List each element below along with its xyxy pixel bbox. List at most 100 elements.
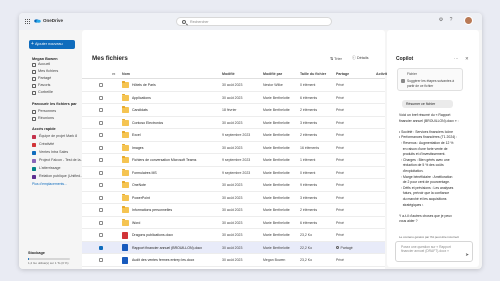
add-new-button[interactable]: + Ajouter nouveau (29, 40, 75, 49)
sharing-label: Privé (336, 208, 344, 212)
table-row[interactable]: Word 30 août 2023 Marie Berthelotte 6 éléme… (82, 217, 385, 229)
column-header-sharing[interactable]: Partage (336, 72, 349, 76)
table-row[interactable]: Contoso Electronics 30 août 2023 Marie Ber… (82, 117, 385, 129)
table-row[interactable]: Images 30 août 2023 Marie Berthelotte 16 él… (82, 142, 385, 154)
quick-item[interactable]: L'atterrissage (32, 165, 60, 172)
row-checkbox[interactable] (99, 120, 103, 125)
nav-item-people[interactable]: Personnes (32, 108, 56, 115)
page-title: Mes fichiers (92, 55, 128, 62)
copilot-suggestion-card[interactable]: Fichier Suggérer les étapes suivantes à … (397, 68, 463, 91)
copilot-menu-icon[interactable]: ⋯ (454, 56, 459, 62)
folder-icon (122, 168, 129, 176)
nav-item-recycle-bin[interactable]: Corbeille (32, 89, 53, 96)
close-icon[interactable]: ✕ (465, 56, 469, 62)
row-checkbox[interactable] (99, 233, 103, 237)
file-name[interactable]: Dragons publications.docx (132, 233, 173, 237)
folder-icon (122, 193, 129, 201)
column-header-modified-by[interactable]: Modifié par (263, 72, 282, 76)
nav-item-favorites[interactable]: Favoris (32, 82, 50, 89)
file-name[interactable]: Excel (132, 133, 141, 137)
copilot-prompt-input[interactable]: Posez une question sur « Rapport financi… (395, 241, 473, 262)
card-text: Suggérer les étapes suivantes à (407, 79, 455, 83)
summarize-chip[interactable]: Résumer ce fichier (402, 100, 453, 108)
file-modified-by: Marie Berthelotte (263, 208, 290, 212)
details-button[interactable]: ⓘ Détails (352, 56, 368, 61)
send-icon[interactable]: ➤ (465, 252, 469, 258)
table-row[interactable]: Hôtels de Paris 30 août 2023 Nestor Wilke 0… (82, 79, 385, 92)
row-checkbox[interactable] (99, 208, 103, 212)
table-row[interactable]: Audit des ventes fermes entrep les.docx 3… (82, 254, 385, 267)
nav-item-shared[interactable]: Partagé (32, 75, 51, 82)
row-checkbox[interactable] (99, 145, 103, 150)
response-line: de 2 pour cent de pourcentage. (399, 180, 450, 185)
file-name[interactable]: Audit des ventes fermes entrep les.docx (132, 258, 194, 262)
table-row[interactable]: Fichiers de conversation Microsoft Teams… (82, 154, 385, 167)
column-header-size[interactable]: Taille du fichier (300, 72, 326, 76)
sort-button[interactable]: ⇅ Trier (330, 56, 342, 61)
row-checkbox[interactable] (99, 95, 103, 100)
table-row[interactable]: Dragons publications.docx 30 août 2023 Mar… (82, 229, 385, 242)
placeholder-line: financier annuel (DRAFT).docx » (401, 249, 450, 254)
nav-item-my-files[interactable]: Mes fichiers (32, 68, 58, 75)
table-row[interactable]: PowerPoint 30 août 2023 Marie Berthelotte 3… (82, 192, 385, 204)
sharing-label: Privé (336, 183, 344, 187)
quick-item[interactable]: Créativité (32, 141, 54, 148)
file-name[interactable]: Rapport financier annuel (BROUILLON).doc… (132, 246, 202, 250)
quick-item[interactable]: Équipe de projet Mark 8 (32, 133, 77, 140)
quick-item[interactable]: Project Falcon - Test de la... (32, 157, 83, 164)
file-sharing: Privé (336, 183, 344, 187)
quick-item[interactable]: Ventes Intra Sales (32, 149, 68, 156)
file-name[interactable]: PowerPoint (132, 196, 150, 200)
column-header-name[interactable]: Nom (122, 72, 130, 76)
settings-icon[interactable]: ⚙ (438, 17, 444, 23)
row-checkbox[interactable] (99, 195, 103, 200)
quick-item[interactable]: Relation publique (Unified... (32, 173, 83, 180)
row-checkbox[interactable] (99, 170, 103, 175)
table-row[interactable]: Informations personnelles 30 août 2023 Mar… (82, 204, 385, 217)
nav-item-home[interactable]: Accueil (32, 61, 50, 68)
sharing-label: Privé (336, 133, 344, 137)
nav-item-meetings[interactable]: Réunions (32, 115, 54, 122)
row-checkbox[interactable] (99, 108, 103, 112)
search-box[interactable]: Rechercher (176, 17, 332, 26)
table-row[interactable]: Candidats 18 février Marie Berthelotte 2 él… (82, 104, 385, 117)
more-places-link[interactable]: Plus d'emplacements... (32, 182, 67, 186)
folder-icon (122, 93, 129, 101)
file-name[interactable]: Applications (132, 96, 151, 100)
file-name[interactable]: Formulaires MS (132, 171, 157, 175)
file-name[interactable]: Word (132, 221, 140, 225)
row-checkbox[interactable] (99, 245, 103, 250)
row-checkbox[interactable] (99, 258, 103, 262)
table-row[interactable]: Applications 30 août 2023 Marie Berthelott… (82, 92, 385, 104)
file-name[interactable]: Images (132, 146, 143, 150)
column-header-modified[interactable]: Modifié (222, 72, 235, 76)
file-name[interactable]: Informations personnelles (132, 208, 172, 212)
calendar-icon (32, 117, 36, 121)
file-modified: 30 août 2023 (222, 258, 243, 262)
table-row[interactable]: OneNote 30 août 2023 Marie Berthelotte 9 él… (82, 179, 385, 192)
row-checkbox[interactable] (99, 220, 103, 225)
onedrive-window: OneDrive Rechercher ⚙ ? + Ajouter nouvea… (19, 13, 482, 269)
library-icon (32, 158, 36, 163)
app-launcher-icon[interactable] (24, 18, 30, 24)
help-icon[interactable]: ? (448, 17, 454, 23)
row-checkbox[interactable] (99, 158, 103, 162)
file-name[interactable]: Candidats (132, 108, 148, 112)
row-checkbox[interactable] (99, 83, 103, 87)
user-avatar[interactable] (464, 16, 473, 25)
file-name[interactable]: OneNote (132, 183, 146, 187)
file-name[interactable]: Hôtels de Paris (132, 83, 156, 87)
file-modified: 30 août 2023 (222, 83, 243, 87)
row-checkbox[interactable] (99, 183, 103, 187)
file-modified-by: Marie Berthelotte (263, 120, 290, 125)
file-name[interactable]: Contoso Electronics (132, 121, 163, 125)
response-line: vous aider ? (399, 219, 418, 224)
file-modified: 30 août 2023 (222, 195, 243, 200)
file-modified-by: Marie Berthelotte (263, 233, 290, 237)
file-name[interactable]: Fichiers de conversation Microsoft Teams (132, 158, 196, 162)
row-checkbox[interactable] (99, 133, 103, 137)
star-icon (32, 84, 36, 88)
table-row[interactable]: Rapport financier annuel (BROUILLON).doc… (82, 241, 385, 254)
table-row[interactable]: Excel 9 septembre 2023 Marie Berthelotte 2 … (82, 129, 385, 142)
table-row[interactable]: Formulaires MS 9 septembre 2023 Marie Bert… (82, 167, 385, 179)
